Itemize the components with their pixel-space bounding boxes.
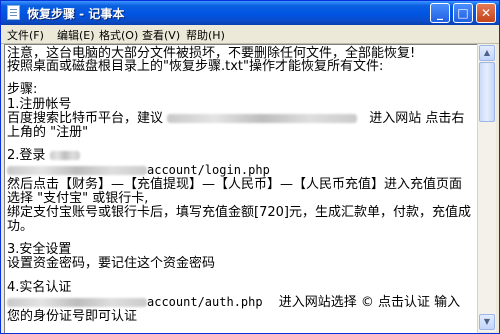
menu-edit[interactable]: 编辑(E) <box>57 27 95 43</box>
menu-help[interactable]: 帮助(H) <box>186 27 225 43</box>
scroll-thumb[interactable] <box>479 62 495 122</box>
window-title: 恢复步骤 - 记事本 <box>27 7 125 21</box>
text-segment: 百度搜索比特币平台，建议 <box>7 111 164 126</box>
menu-bar: 文件(F) 编辑(E) 格式(O) 查看(V) 帮助(H) <box>1 25 499 44</box>
menu-format[interactable]: 格式(O) <box>99 27 138 43</box>
maximize-button[interactable]: □ <box>453 3 473 23</box>
vertical-scrollbar[interactable]: ▲ ▼ <box>477 44 496 332</box>
text-line: account/auth.php 进入网站选择 © 点击认证 输入 <box>7 295 460 310</box>
text-line: 设置资金密码，要记住这个资金密码 <box>7 256 216 271</box>
text-segment: 进入网站 点击右 <box>369 111 465 126</box>
text-line: 百度搜索比特币平台，建议 进入网站 点击右 <box>7 112 464 126</box>
minimize-button[interactable]: _ <box>430 3 450 23</box>
text-line: 3.安全设置 <box>7 242 72 257</box>
scroll-up-icon[interactable]: ▲ <box>479 45 495 61</box>
text-segment: 2.登录 <box>7 148 46 163</box>
url-path: account/auth.php <box>147 295 263 309</box>
text-line: account/login.php <box>7 163 270 178</box>
text-line: 4.实名认证 <box>7 280 72 295</box>
redacted-url <box>7 166 147 175</box>
text-editor[interactable]: 注意，这台电脑的大部分文件被损坏，不要删除任何文件，全部能恢复! 按照桌面或磁盘… <box>4 44 477 333</box>
text-line: 绑定支付宝账号或银行卡后，填写充值金额[720]元，生成汇款单，付款，充值成 <box>7 205 471 220</box>
redacted-url <box>167 114 358 123</box>
url-path: account/login.php <box>147 163 270 177</box>
redacted-text <box>49 151 80 160</box>
text-segment: 进入网站选择 © 点击认证 输入 <box>278 295 461 310</box>
text-line: 选择 "支付宝" 或银行卡, <box>7 191 149 206</box>
text-line: 上角的 "注册" <box>7 125 89 140</box>
notepad-window: 恢复步骤 - 记事本 _ □ ✕ 文件(F) 编辑(E) 格式(O) 查看(V)… <box>0 0 500 334</box>
text-line: 按照桌面或磁盘根目录上的"恢复步骤.txt"操作才能恢复所有文件: <box>7 59 384 74</box>
menu-file[interactable]: 文件(F) <box>7 27 44 43</box>
text-line: 2.登录 <box>7 149 80 163</box>
menu-view[interactable]: 查看(V) <box>142 27 180 43</box>
scroll-down-icon[interactable]: ▼ <box>479 314 495 330</box>
redacted-url <box>7 298 147 307</box>
text-line: 步骤: <box>7 82 38 97</box>
text-line: 您的身份证号即可认证 <box>7 309 138 324</box>
notepad-icon <box>7 5 20 20</box>
text-line: 功。 <box>7 219 34 234</box>
text-line: 1.注册帐号 <box>7 97 72 112</box>
close-button[interactable]: ✕ <box>476 3 496 23</box>
title-bar[interactable]: 恢复步骤 - 记事本 _ □ ✕ <box>1 1 499 25</box>
text-line: 然后点击【财务】—【充值提现】—【人民币】—【人民币充值】进入充值页面 <box>7 177 463 192</box>
